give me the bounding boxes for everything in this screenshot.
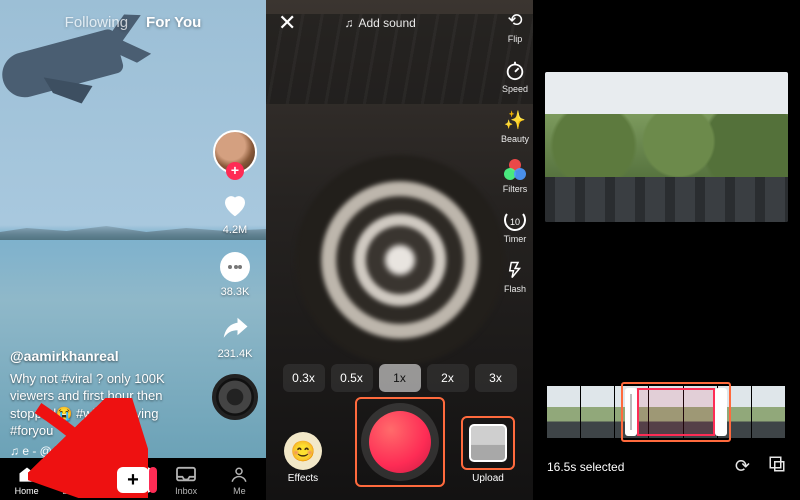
record-icon [369,411,431,473]
sound-disc[interactable] [212,374,258,420]
flip-button[interactable]: ⟲ Flip [503,8,527,44]
effects-label: Effects [288,473,318,484]
like-button[interactable]: 4.2M [218,188,252,236]
nav-me-label: Me [233,486,246,496]
trim-selection-inner [637,388,715,436]
trim-handle-left[interactable] [630,394,632,430]
timer-icon: 10 [503,208,527,232]
music-marquee[interactable]: ♫ e - @siddharth🇮🇳 orig [10,444,140,458]
create-plus-button[interactable]: + [113,467,153,493]
author-username[interactable]: @aamirkhanreal [10,347,196,366]
follow-plus-icon[interactable]: + [226,162,244,180]
bottom-nav: Home Discover + Inbox Me [0,458,266,500]
video-preview [545,72,788,222]
trim-timeline[interactable] [547,386,786,438]
tab-following[interactable]: Following [65,14,128,31]
trim-selection[interactable] [621,382,731,442]
zoom-2x[interactable]: 2x [427,364,469,392]
rotate-icon: ⟳ [735,456,750,476]
upload-icon [469,424,507,462]
share-count: 231.4K [218,348,253,360]
aspect-icon [768,455,786,473]
upload-label: Upload [472,473,504,484]
like-count: 4.2M [223,224,247,236]
camera-topbar: ✕ ♫ Add sound [266,10,533,36]
nav-inbox-label: Inbox [175,486,197,496]
close-icon[interactable]: ✕ [278,10,296,36]
share-icon [220,314,250,344]
trim-bottom-bar: 16.5s selected ⟳ [547,455,786,478]
comment-button[interactable]: 38.3K [218,250,252,298]
filters-button[interactable]: Filters [503,158,528,194]
flash-label: Flash [504,284,526,294]
upload-button[interactable]: Upload [461,416,515,484]
nav-discover[interactable]: Discover [58,465,102,496]
nav-inbox[interactable]: Inbox [164,465,208,496]
speed-icon [503,58,527,82]
zoom-row: 0.3x 0.5x 1x 2x 3x [266,364,533,392]
beauty-icon: ✨ [503,108,527,132]
flash-icon [503,258,527,282]
add-sound-label: Add sound [358,16,415,30]
nav-discover-label: Discover [62,486,97,496]
plus-icon: + [117,467,149,493]
flip-icon: ⟲ [503,8,527,32]
effects-button[interactable]: 😊 Effects [284,432,322,484]
rotate-button[interactable]: ⟳ [735,456,750,477]
effects-icon: 😊 [284,432,322,470]
timer-button[interactable]: 10 Timer [503,208,527,244]
upload-highlight [461,416,515,470]
flash-button[interactable]: Flash [503,258,527,294]
inbox-icon [175,466,197,484]
action-rail: + 4.2M 38.3K 231.4K [212,130,258,420]
record-button[interactable] [361,403,439,481]
home-icon [16,465,38,485]
mic-puff [295,155,505,365]
timer-label: Timer [504,234,527,244]
add-sound-button[interactable]: ♫ Add sound [344,16,415,30]
aspect-button[interactable] [768,455,786,478]
camera-screen: ✕ ♫ Add sound ⟲ Flip Speed ✨ Beauty Filt… [266,0,533,500]
comment-count: 38.3K [221,286,250,298]
feed-screen: Following For You + 4.2M 38.3K 231.4K @a… [0,0,266,500]
heart-icon [220,190,250,220]
trim-handle-right[interactable] [720,394,722,430]
music-note-icon: ♫ [344,16,353,30]
comment-icon [220,252,250,282]
feed-top-tabs: Following For You [0,14,266,31]
preview-foreground [545,177,788,222]
share-button[interactable]: 231.4K [218,312,253,360]
nav-me[interactable]: Me [217,465,261,496]
filters-icon [504,159,526,181]
svg-text:10: 10 [510,217,520,227]
flip-label: Flip [508,34,523,44]
filters-label: Filters [503,184,528,194]
speed-button[interactable]: Speed [502,58,528,94]
nav-home[interactable]: Home [5,465,49,496]
speed-label: Speed [502,84,528,94]
tab-for-you[interactable]: For You [146,14,201,31]
zoom-0.5x[interactable]: 0.5x [331,364,373,392]
author-avatar[interactable]: + [213,130,257,174]
nav-home-label: Home [15,486,39,496]
caption-text: Why not #viral ? only 100K viewers and f… [10,370,196,440]
video-caption: @aamirkhanreal Why not #viral ? only 100… [10,347,196,440]
beauty-button[interactable]: ✨ Beauty [501,108,529,144]
camera-bottom: 😊 Effects Upload [266,396,533,488]
beauty-label: Beauty [501,134,529,144]
nav-create[interactable]: + [111,467,155,493]
zoom-0.3x[interactable]: 0.3x [283,364,325,392]
search-icon [70,465,90,485]
profile-icon [230,465,248,485]
camera-side-toolbar: ⟲ Flip Speed ✨ Beauty Filters 10 Timer [501,8,529,294]
selection-duration: 16.5s selected [547,460,624,474]
zoom-3x[interactable]: 3x [475,364,517,392]
record-highlight [355,397,445,487]
trim-screen: 16.5s selected ⟳ [533,0,800,500]
zoom-1x[interactable]: 1x [379,364,421,392]
